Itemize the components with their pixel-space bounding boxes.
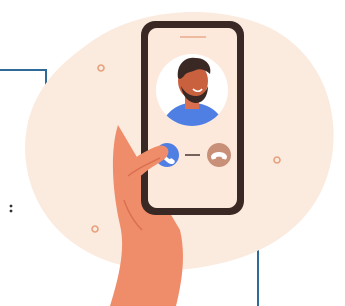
sparkle-dot: [9, 204, 13, 208]
incoming-call-illustration: [0, 0, 345, 306]
illustration-canvas: [0, 12, 334, 306]
sparkle-dot: [9, 209, 13, 213]
smartphone: [141, 21, 244, 215]
